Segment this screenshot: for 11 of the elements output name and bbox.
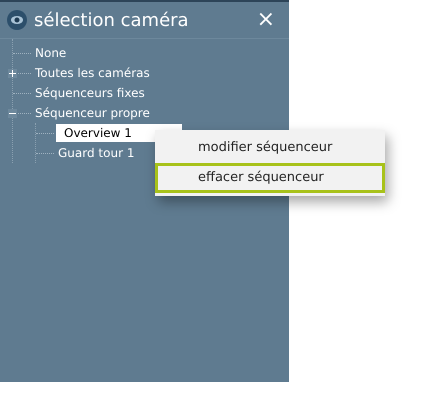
expand-icon[interactable] [8, 68, 17, 78]
tree-item[interactable]: Séquenceurs fixes [33, 85, 149, 101]
tree-item[interactable]: None [33, 45, 70, 61]
collapse-icon[interactable] [8, 108, 17, 118]
camera-icon [6, 9, 28, 31]
tree-item[interactable]: Guard tour 1 [56, 145, 138, 161]
window-title: sélection caméra [34, 10, 190, 30]
close-button[interactable]: × [252, 9, 279, 31]
tree-item[interactable]: Toutes les caméras [33, 65, 154, 81]
tree-item[interactable]: Séquenceur propre [33, 105, 154, 121]
menu-item[interactable]: effacer séquenceur [155, 163, 385, 193]
